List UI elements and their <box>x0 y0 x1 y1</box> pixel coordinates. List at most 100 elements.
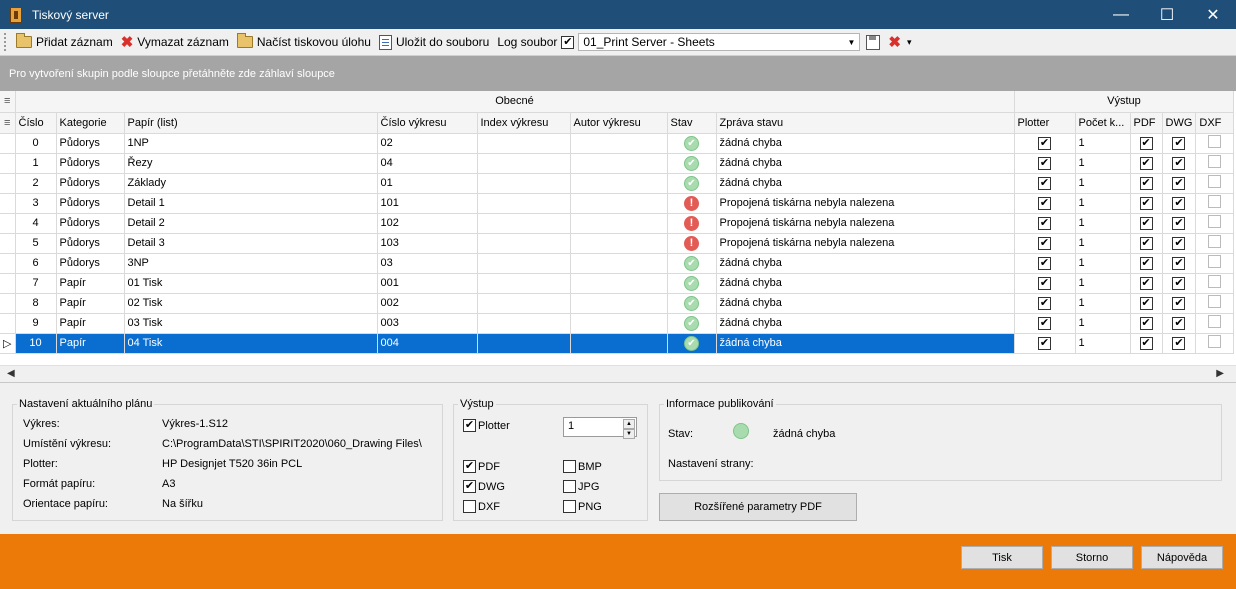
cell-dxf[interactable] <box>1195 133 1235 154</box>
cell-plotter[interactable]: ✔ <box>1014 153 1076 174</box>
cell-dwg-checkbox[interactable]: ✔ <box>1172 336 1186 350</box>
cell-dxf[interactable] <box>1195 153 1235 174</box>
cell-dwg-checkbox[interactable]: ✔ <box>1172 156 1186 170</box>
spin-down-icon[interactable]: ▼ <box>623 429 635 439</box>
cell-pdf-checkbox[interactable]: ✔ <box>1139 296 1153 310</box>
table-row[interactable]: 9 Papír 03 Tisk 003 ✔ žádná chyba ✔ 1 ✔ ✔ <box>0 313 1235 334</box>
cell-dxf[interactable] <box>1195 333 1235 354</box>
cell-pdf-checkbox[interactable]: ✔ <box>1139 216 1153 230</box>
header-col-status-message[interactable]: Zpráva stavu <box>716 112 1015 134</box>
table-row[interactable]: 6 Půdorys 3NP 03 ✔ žádná chyba ✔ 1 ✔ ✔ <box>0 253 1235 274</box>
cell-pdf[interactable]: ✔ <box>1130 213 1163 234</box>
cell-plotter-checkbox[interactable]: ✔ <box>1038 256 1051 270</box>
header-col-dwg[interactable]: DWG <box>1162 112 1197 134</box>
header-col-status[interactable]: Stav <box>667 112 717 134</box>
cell-pdf-checkbox[interactable]: ✔ <box>1139 236 1153 250</box>
cell-copies[interactable]: 1 <box>1075 233 1131 254</box>
row-indicator[interactable] <box>0 273 16 294</box>
dxf-checkbox[interactable] <box>463 500 476 513</box>
row-indicator[interactable] <box>0 133 16 154</box>
header-col-number[interactable]: Číslo <box>15 112 57 134</box>
toolbar-overflow-icon[interactable]: ▾ <box>907 37 912 48</box>
cell-dwg[interactable]: ✔ <box>1162 293 1197 314</box>
table-row[interactable]: 2 Půdorys Základy 01 ✔ žádná chyba ✔ 1 ✔ ✔ <box>0 173 1235 194</box>
scroll-right-icon[interactable]: ▶ <box>1216 368 1224 379</box>
cell-dwg[interactable]: ✔ <box>1162 213 1197 234</box>
cell-dwg-checkbox[interactable]: ✔ <box>1172 316 1186 330</box>
cell-dwg[interactable]: ✔ <box>1162 153 1197 174</box>
row-indicator[interactable] <box>0 153 16 174</box>
cell-pdf-checkbox[interactable]: ✔ <box>1139 256 1153 270</box>
cell-dxf-checkbox[interactable] <box>1208 215 1222 228</box>
row-indicator[interactable] <box>0 253 16 274</box>
cell-dxf-checkbox[interactable] <box>1208 315 1222 328</box>
cell-dxf-checkbox[interactable] <box>1208 335 1222 348</box>
load-job-button[interactable]: Načíst tiskovou úlohu <box>233 31 375 53</box>
cell-copies[interactable]: 1 <box>1075 293 1131 314</box>
cell-plotter-checkbox[interactable]: ✔ <box>1038 136 1051 150</box>
pdf-advanced-button[interactable]: Rozšířené parametry PDF <box>659 493 857 521</box>
cancel-button[interactable]: Storno <box>1051 546 1133 569</box>
cell-pdf-checkbox[interactable]: ✔ <box>1139 316 1153 330</box>
cell-plotter[interactable]: ✔ <box>1014 133 1076 154</box>
cell-plotter-checkbox[interactable]: ✔ <box>1038 236 1051 250</box>
table-row[interactable]: 7 Papír 01 Tisk 001 ✔ žádná chyba ✔ 1 ✔ ✔ <box>0 273 1235 294</box>
cell-plotter[interactable]: ✔ <box>1014 253 1076 274</box>
table-row[interactable]: 5 Půdorys Detail 3 103! Propojená tiskárna n… <box>0 233 1235 254</box>
cell-dxf-checkbox[interactable] <box>1208 195 1222 208</box>
cell-dxf[interactable] <box>1195 313 1235 334</box>
cell-plotter-checkbox[interactable]: ✔ <box>1038 296 1051 310</box>
png-checkbox[interactable] <box>563 500 576 513</box>
close-button[interactable]: ✕ <box>1190 0 1236 29</box>
cell-dxf-checkbox[interactable] <box>1208 255 1222 268</box>
cell-plotter-checkbox[interactable]: ✔ <box>1038 316 1051 330</box>
cell-pdf-checkbox[interactable]: ✔ <box>1139 176 1153 190</box>
cell-plotter[interactable]: ✔ <box>1014 313 1076 334</box>
cell-dwg-checkbox[interactable]: ✔ <box>1172 176 1186 190</box>
output-bmp-option[interactable]: BMP <box>563 460 602 473</box>
cell-copies[interactable]: 1 <box>1075 173 1131 194</box>
output-pdf-option[interactable]: ✔ PDF <box>463 460 500 473</box>
header-col-plotter[interactable]: Plotter <box>1014 112 1076 134</box>
header-col-pdf[interactable]: PDF <box>1130 112 1163 134</box>
column-chooser-icon[interactable]: ≡ <box>0 112 16 134</box>
group-by-area[interactable]: Pro vytvoření skupin podle sloupce přetá… <box>0 56 1236 91</box>
row-indicator[interactable]: ▷ <box>0 333 16 354</box>
cell-pdf[interactable]: ✔ <box>1130 153 1163 174</box>
row-indicator[interactable] <box>0 313 16 334</box>
header-col-category[interactable]: Kategorie <box>56 112 125 134</box>
cell-plotter-checkbox[interactable]: ✔ <box>1038 216 1051 230</box>
table-row[interactable]: 8 Papír 02 Tisk 002 ✔ žádná chyba ✔ 1 ✔ ✔ <box>0 293 1235 314</box>
cell-pdf[interactable]: ✔ <box>1130 253 1163 274</box>
delete-record-button[interactable]: ✖ Vymazat záznam <box>117 31 233 53</box>
cell-dwg[interactable]: ✔ <box>1162 313 1197 334</box>
row-indicator[interactable] <box>0 293 16 314</box>
horizontal-scrollbar[interactable]: ◀ ▶ <box>0 365 1236 382</box>
cell-dwg-checkbox[interactable]: ✔ <box>1172 296 1186 310</box>
cell-copies[interactable]: 1 <box>1075 193 1131 214</box>
cell-copies[interactable]: 1 <box>1075 333 1131 354</box>
cell-dwg-checkbox[interactable]: ✔ <box>1172 196 1186 210</box>
band-corner-icon[interactable]: ≡ <box>0 91 16 113</box>
toolbar-grip[interactable] <box>4 33 8 51</box>
cell-pdf[interactable]: ✔ <box>1130 133 1163 154</box>
cell-dwg[interactable]: ✔ <box>1162 253 1197 274</box>
help-button[interactable]: Nápověda <box>1141 546 1223 569</box>
log-file-checkbox[interactable]: ✔ <box>561 35 575 49</box>
cell-plotter-checkbox[interactable]: ✔ <box>1038 176 1051 190</box>
cell-plotter[interactable]: ✔ <box>1014 233 1076 254</box>
cell-copies[interactable]: 1 <box>1075 153 1131 174</box>
bmp-checkbox[interactable] <box>563 460 576 473</box>
maximize-button[interactable]: ☐ <box>1144 0 1190 29</box>
cell-plotter-checkbox[interactable]: ✔ <box>1038 196 1051 210</box>
cell-copies[interactable]: 1 <box>1075 313 1131 334</box>
cell-pdf[interactable]: ✔ <box>1130 333 1163 354</box>
cell-plotter-checkbox[interactable]: ✔ <box>1038 336 1051 350</box>
spin-up-icon[interactable]: ▲ <box>623 419 635 429</box>
output-jpg-option[interactable]: JPG <box>563 480 599 493</box>
jpg-checkbox[interactable] <box>563 480 576 493</box>
table-row[interactable]: 4 Půdorys Detail 2 102! Propojená tiskárna n… <box>0 213 1235 234</box>
cell-dwg[interactable]: ✔ <box>1162 333 1197 354</box>
table-row[interactable]: ▷ 10 Papír 04 Tisk 004 ✔ žádná chyba ✔ 1 ✔ ✔ <box>0 333 1235 354</box>
cell-plotter[interactable]: ✔ <box>1014 173 1076 194</box>
